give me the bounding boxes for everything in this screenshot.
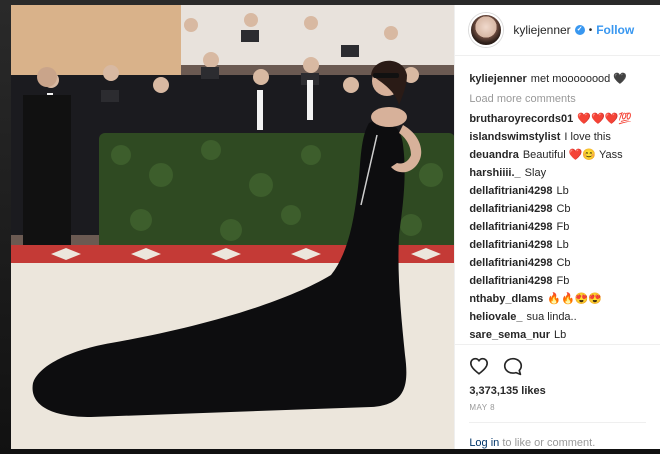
caption-text: met moooooood 🖤 [530,73,628,85]
follow-button[interactable]: Follow [596,23,634,37]
comments-list: kyliejenner met moooooood 🖤 Load more com… [455,56,660,344]
comment-username[interactable]: heliovale_ [469,311,522,323]
comment-text: sua linda.. [526,311,577,323]
post-header: kyliejenner ✓ • Follow [455,5,660,56]
comment-text: ❤️❤️❤️💯 [577,113,633,125]
header-username[interactable]: kyliejenner [513,23,570,37]
comment-row: dellafitriani4298 Lb [469,236,652,254]
comment-username[interactable]: dellafitriani4298 [469,275,552,287]
comment-text: Lb [554,329,567,341]
speech-bubble-icon[interactable] [503,357,523,376]
post-photo[interactable] [11,5,455,449]
comment-username[interactable]: islandswimstylist [469,131,560,143]
comment-row: deuandra Beautiful ❤️😊 Yass [469,146,652,164]
comment-username[interactable]: nthaby_dlams [469,293,543,305]
comment-row: nthaby_dlams 🔥🔥😍😍 [469,290,652,308]
caption-username[interactable]: kyliejenner [469,73,526,85]
comment-row: sare_sema_nur Lb [469,326,652,344]
comment-row: harshiiii._ Slay [469,164,652,182]
comment-text: Fb [556,221,570,233]
comment-row: dellafitriani4298 Fb [469,272,652,290]
comment-username[interactable]: dellafitriani4298 [469,239,552,251]
post-actions: 3,373,135 likes MAY 8 Log in to like or … [455,344,660,449]
verified-badge-icon: ✓ [574,25,585,35]
comment-text: Lb [556,185,569,197]
comment-text: I love this [564,131,611,143]
comment-username[interactable]: deuandra [469,149,519,161]
comment-row: brutharoyrecords01 ❤️❤️❤️💯 [469,110,652,128]
login-link[interactable]: Log in [469,437,499,449]
login-prompt-text: to like or comment. [499,437,596,449]
post-date[interactable]: MAY 8 [469,403,646,412]
avatar[interactable] [469,13,504,47]
comment-text: Slay [524,167,547,179]
comment-row: dellafitriani4298 Fb [469,218,652,236]
comment-text: Lb [556,239,569,251]
comment-username[interactable]: dellafitriani4298 [469,185,552,197]
comment-row: dellafitriani4298 Lb [469,182,652,200]
comment-username[interactable]: sare_sema_nur [469,329,550,341]
load-more-comments[interactable]: Load more comments [469,90,652,108]
comment-row: heliovale_ sua linda.. [469,308,652,326]
comment-row: dellafitriani4298 Cb [469,254,652,272]
comment-text: Fb [556,275,570,287]
login-prompt: Log in to like or comment. [469,422,646,449]
comment-row: dellafitriani4298 Cb [469,200,652,218]
red-carpet-photo [11,5,455,449]
comment-username[interactable]: dellafitriani4298 [469,221,552,233]
like-count[interactable]: 3,373,135 likes [469,385,646,397]
comment-text: Cb [556,203,571,215]
caption: kyliejenner met moooooood 🖤 [469,70,652,88]
comment-username[interactable]: brutharoyrecords01 [469,113,573,125]
separator-dot: • [588,24,593,36]
heart-outline-icon[interactable] [469,357,489,375]
post-sidebar: kyliejenner ✓ • Follow kyliejenner met mo… [454,5,660,449]
comment-username[interactable]: dellafitriani4298 [469,257,552,269]
comment-row: islandswimstylist I love this [469,128,652,146]
comment-text: 🔥🔥😍😍 [547,293,603,305]
comment-username[interactable]: dellafitriani4298 [469,203,552,215]
comment-text: Beautiful ❤️😊 Yass [522,149,623,161]
post-modal: kyliejenner ✓ • Follow kyliejenner met mo… [11,5,660,449]
comment-username[interactable]: harshiiii._ [469,167,520,179]
comment-text: Cb [556,257,571,269]
